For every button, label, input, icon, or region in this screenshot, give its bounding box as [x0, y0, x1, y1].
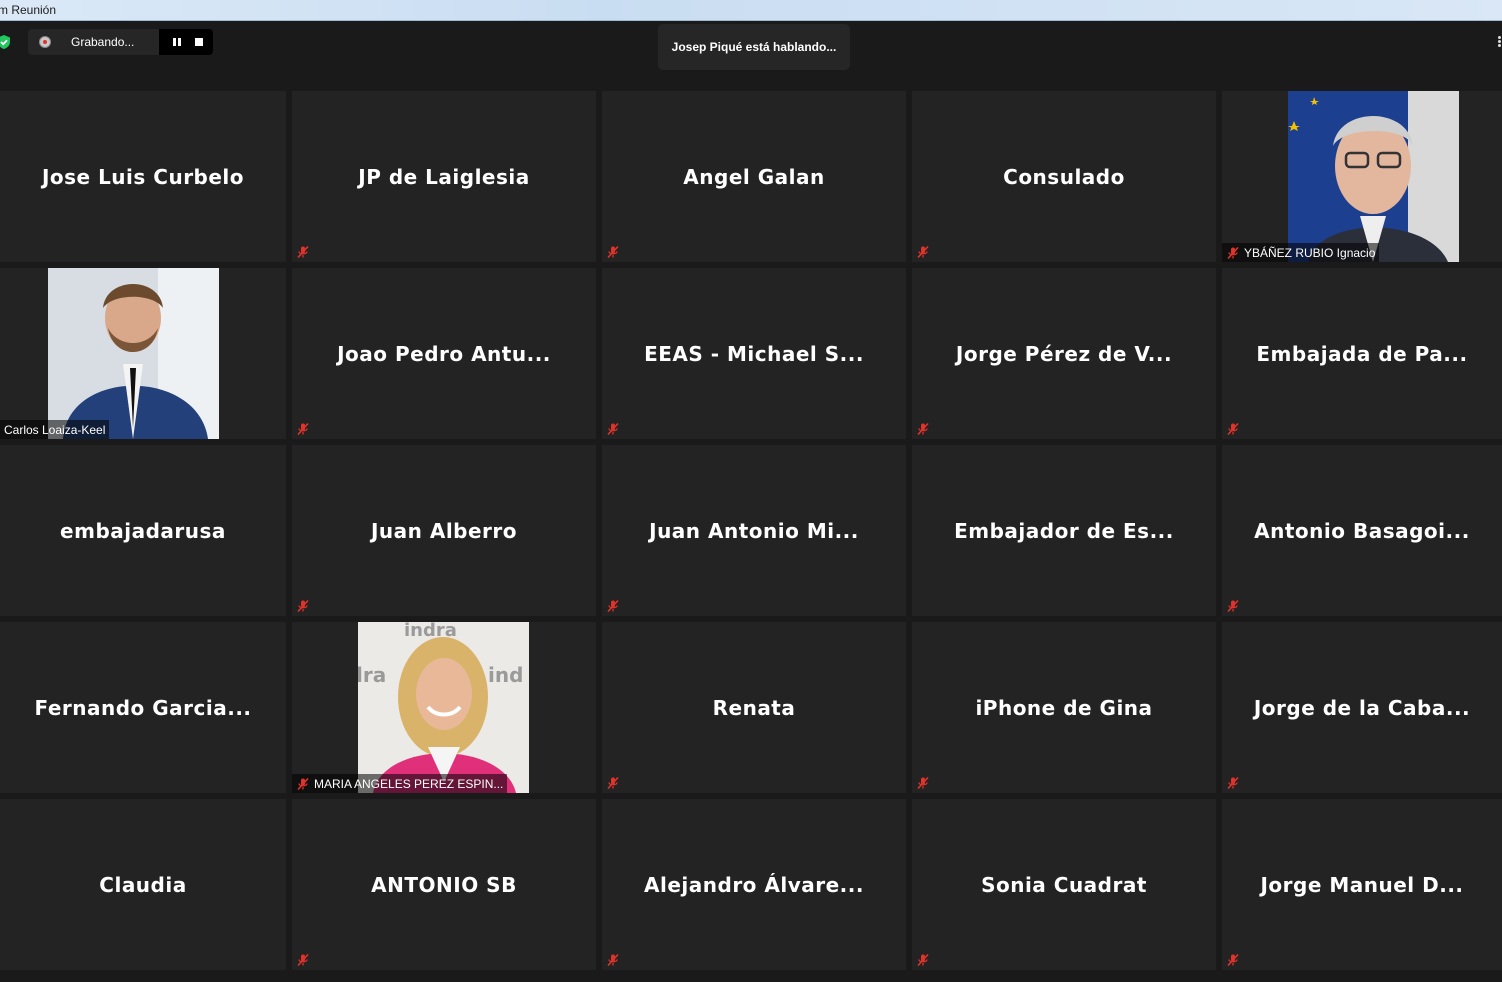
mic-muted-icon — [916, 245, 930, 259]
participant-name: Juan Antonio Mi... — [649, 518, 859, 543]
participant-name: JP de Laiglesia — [358, 164, 530, 189]
participant-name: Jorge de la Caba... — [1253, 695, 1471, 720]
participant-tile[interactable]: Juan Antonio Mi... — [602, 445, 906, 616]
participant-tile[interactable]: YBÁÑEZ RUBIO Ignacio — [1222, 91, 1502, 262]
participant-tile[interactable]: Jorge de la Caba... — [1222, 622, 1502, 793]
mic-muted-icon — [916, 422, 930, 436]
participant-tile[interactable]: indra lra ind MARIA ANGELES PEREZ ESPIN.… — [292, 622, 596, 793]
participant-name-label: MARIA ANGELES PEREZ ESPIN... — [292, 774, 508, 793]
participant-tile[interactable]: Sonia Cuadrat — [912, 799, 1216, 970]
participant-name: iPhone de Gina — [975, 695, 1153, 720]
participant-name-label: YBÁÑEZ RUBIO Ignacio — [1222, 243, 1380, 262]
participant-name: Fernando Garcia... — [34, 695, 252, 720]
participant-name: Renata — [712, 695, 796, 720]
participant-name: embajadarusa — [60, 518, 226, 543]
mic-muted-icon — [1226, 953, 1240, 967]
participant-gallery: Jose Luis Curbelo JP de Laiglesia Angel Ga… — [0, 91, 1502, 971]
participant-name: Antonio Basagoi... — [1254, 518, 1470, 543]
participant-name: Claudia — [99, 872, 187, 897]
participant-name: Embajador de Es... — [954, 518, 1174, 543]
participant-tile[interactable]: ANTONIO SB — [292, 799, 596, 970]
participant-name: Consulado — [1003, 164, 1125, 189]
participant-name-label: Carlos Loaiza-Keel — [0, 420, 110, 439]
mic-muted-icon — [606, 245, 620, 259]
mic-muted-icon — [1226, 599, 1240, 613]
participant-name: Carlos Loaiza-Keel — [4, 422, 106, 437]
participant-name: Joao Pedro Antu... — [337, 341, 551, 366]
logo-wall-text-left: lra — [358, 663, 386, 687]
window-title: m Reunión — [0, 3, 57, 17]
participant-name: Jose Luis Curbelo — [41, 164, 245, 189]
participant-tile[interactable]: Joao Pedro Antu... — [292, 268, 596, 439]
participant-name: Embajada de Pa... — [1256, 341, 1468, 366]
participant-name: YBÁÑEZ RUBIO Ignacio — [1244, 245, 1376, 260]
participant-video — [1288, 91, 1459, 262]
participant-name: Sonia Cuadrat — [981, 872, 1147, 897]
recording-controls — [159, 29, 213, 55]
recording-dot-icon — [39, 36, 51, 48]
participant-tile[interactable]: Carlos Loaiza-Keel — [0, 268, 286, 439]
shield-check-icon[interactable] — [0, 34, 12, 50]
mic-muted-icon — [1226, 422, 1240, 436]
participant-name: Jorge Manuel D... — [1260, 872, 1464, 897]
mic-muted-icon — [1226, 776, 1240, 790]
participant-tile[interactable]: Antonio Basagoi... — [1222, 445, 1502, 616]
mic-muted-icon — [296, 777, 310, 791]
stop-recording-button[interactable] — [191, 34, 207, 50]
participant-video — [48, 268, 219, 439]
mic-muted-icon — [916, 776, 930, 790]
active-speaker-banner: Josep Piqué está hablando... — [658, 24, 850, 70]
participant-tile[interactable]: Consulado — [912, 91, 1216, 262]
participant-tile[interactable]: Embajada de Pa... — [1222, 268, 1502, 439]
participant-video-frame — [48, 268, 219, 439]
mic-muted-icon — [606, 953, 620, 967]
participant-tile[interactable]: Renata — [602, 622, 906, 793]
participant-tile[interactable]: JP de Laiglesia — [292, 91, 596, 262]
participant-name: Jorge Pérez de V... — [955, 341, 1173, 366]
more-options-icon[interactable] — [1496, 34, 1502, 48]
participant-video: indra lra ind — [358, 622, 529, 793]
participant-tile[interactable]: iPhone de Gina — [912, 622, 1216, 793]
participant-tile[interactable]: Jorge Manuel D... — [1222, 799, 1502, 970]
participant-name: Juan Alberro — [370, 518, 518, 543]
mic-muted-icon — [916, 953, 930, 967]
recording-indicator: Grabando... — [28, 29, 213, 55]
mic-muted-icon — [296, 245, 310, 259]
participant-name: MARIA ANGELES PEREZ ESPIN... — [314, 776, 504, 791]
participant-tile[interactable]: Fernando Garcia... — [0, 622, 286, 793]
participant-video-frame: indra lra ind — [358, 622, 529, 793]
mic-muted-icon — [1226, 246, 1240, 260]
participant-name: EEAS - Michael S... — [644, 341, 864, 366]
pause-recording-button[interactable] — [169, 34, 185, 50]
mic-muted-icon — [296, 422, 310, 436]
window-titlebar: m Reunión — [0, 0, 1502, 21]
logo-wall-text-right: ind — [488, 663, 523, 687]
participant-tile[interactable]: Embajador de Es... — [912, 445, 1216, 616]
participant-name: ANTONIO SB — [371, 872, 517, 897]
participant-name: Angel Galan — [683, 164, 825, 189]
participant-tile[interactable]: embajadarusa — [0, 445, 286, 616]
recording-label: Grabando... — [71, 35, 135, 49]
participant-video-frame — [1288, 91, 1459, 262]
mic-muted-icon — [606, 422, 620, 436]
mic-muted-icon — [606, 776, 620, 790]
mic-muted-icon — [296, 953, 310, 967]
participant-name: Alejandro Álvare... — [644, 872, 864, 897]
participant-tile[interactable]: Alejandro Álvare... — [602, 799, 906, 970]
participant-tile[interactable]: Jorge Pérez de V... — [912, 268, 1216, 439]
participant-tile[interactable]: Claudia — [0, 799, 286, 970]
participant-tile[interactable]: Jose Luis Curbelo — [0, 91, 286, 262]
participant-tile[interactable]: EEAS - Michael S... — [602, 268, 906, 439]
participant-tile[interactable]: Juan Alberro — [292, 445, 596, 616]
mic-muted-icon — [296, 599, 310, 613]
mic-muted-icon — [606, 599, 620, 613]
participant-tile[interactable]: Angel Galan — [602, 91, 906, 262]
